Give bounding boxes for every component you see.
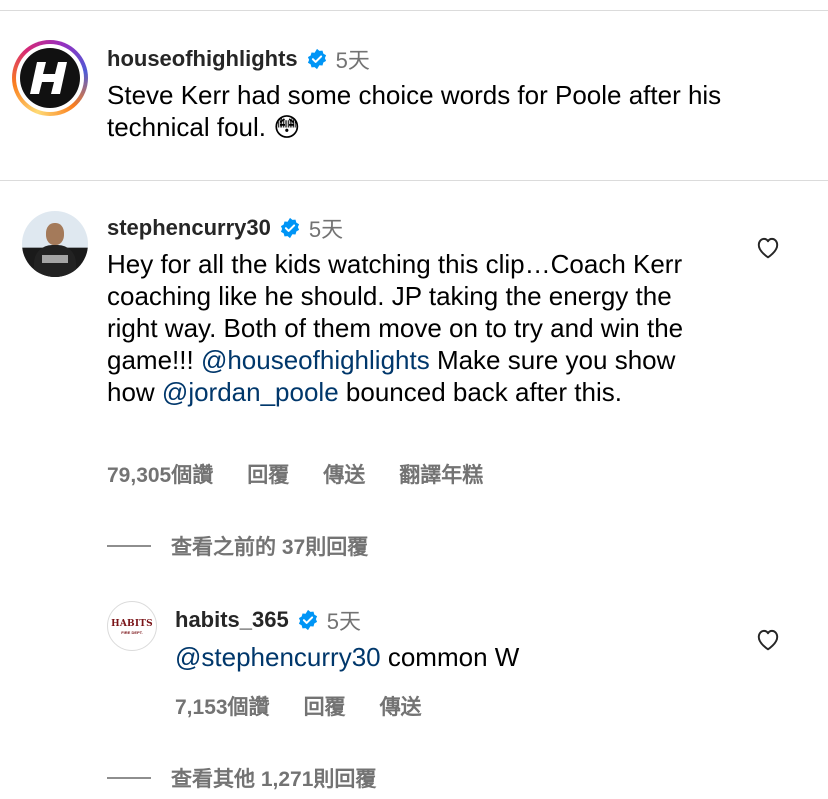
view-other-replies-button[interactable]: 查看其他 1,271則回覆 (107, 763, 376, 793)
habits-logo-text: HABITS (111, 619, 153, 629)
comment-actions: 79,305個讚 回覆 傳送 翻譯年糕 (107, 459, 517, 489)
comment-likes-count[interactable]: 79,305個讚 (107, 459, 213, 489)
top-divider (0, 10, 828, 11)
comment-text-part-3: bounced back after this. (338, 377, 622, 407)
view-other-replies-label: 查看其他 1,271則回覆 (171, 768, 377, 791)
reply-time: 5天 (326, 609, 361, 634)
comment-text: Hey for all the kids watching this clip…… (107, 248, 707, 408)
divider-line (107, 777, 151, 779)
comment-share-button[interactable]: 傳送 (323, 459, 365, 489)
post-caption: Steve Kerr had some choice words for Poo… (107, 80, 722, 142)
reply-actions: 7,153個讚 回覆 傳送 (175, 691, 456, 721)
reply-username[interactable]: habits_365 (175, 607, 289, 633)
verified-badge-icon (298, 609, 317, 631)
post-username[interactable]: houseofhighlights (107, 46, 298, 72)
divider-line (107, 545, 151, 547)
comment-time: 5天 (308, 217, 344, 242)
mention-stephencurry30-link[interactable]: @stephencurry30 (175, 642, 381, 672)
habits-logo-subtext: FIRE DEPT. (121, 630, 143, 635)
view-previous-replies-label: 查看之前的 37則回覆 (171, 536, 369, 559)
stephencurry30-avatar[interactable] (22, 211, 88, 277)
comment-username-row: stephencurry30 5天 (107, 212, 343, 244)
like-heart-icon[interactable] (755, 627, 781, 651)
reply-likes-count[interactable]: 7,153個讚 (175, 691, 270, 721)
post-time: 5天 (335, 48, 370, 73)
section-divider (0, 180, 828, 181)
comment-username[interactable]: stephencurry30 (107, 215, 271, 241)
verified-badge-icon (280, 217, 299, 239)
habits365-avatar[interactable]: HABITS FIRE DEPT. (107, 601, 157, 651)
verified-badge-icon (307, 48, 326, 70)
like-heart-icon[interactable] (755, 235, 781, 259)
mention-houseofhighlights-link[interactable]: @houseofhighlights (201, 345, 430, 375)
houseofhighlights-avatar[interactable] (12, 40, 88, 116)
comment-translate-button[interactable]: 翻譯年糕 (399, 459, 483, 489)
reply-reply-button[interactable]: 回覆 (304, 691, 346, 721)
reply-share-button[interactable]: 傳送 (380, 691, 422, 721)
post-username-row: houseofhighlights 5天 (107, 43, 370, 75)
reply-text: @stephencurry30 common W (175, 641, 735, 673)
h-logo-icon (30, 62, 67, 94)
reply-username-row: habits_365 5天 (175, 604, 361, 636)
mention-jordan-poole-link[interactable]: @jordan_poole (162, 377, 339, 407)
view-previous-replies-button[interactable]: 查看之前的 37則回覆 (107, 531, 368, 561)
reply-text-body: common W (380, 642, 520, 672)
comment-reply-button[interactable]: 回覆 (247, 459, 289, 489)
